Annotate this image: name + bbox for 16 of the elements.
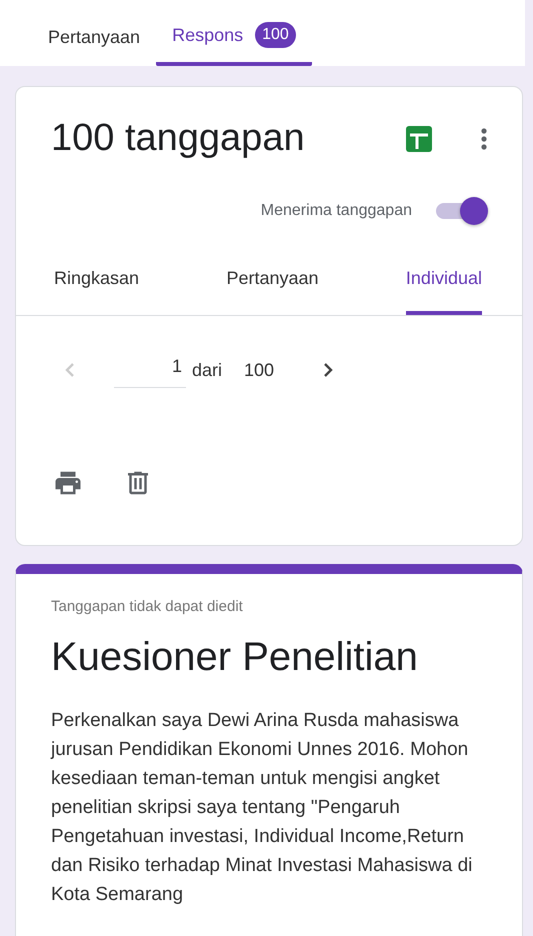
tab[interactable]: Individual <box>406 268 482 315</box>
total-count: 100 <box>244 360 274 380</box>
form-description: Perkenalkan saya Dewi Arina Rusda mahasiswa jurusan Pendidikan Ekonomi Unnes 2016. Mohon kesediaan teman-teman untuk mengisi angket penelitian skripsi saya tentang "Pengaruh Pengetahuan investasi, Individual Income,Return dan Risiko terhadap Minat Investasi Mahasiswa di Kota Semarang <box>51 709 474 907</box>
tab[interactable]: Ringkasan <box>54 268 140 315</box>
notice-text: Tanggapan tidak dapat diedit <box>51 598 244 615</box>
spreadsheet-icon[interactable] <box>406 126 432 152</box>
tab[interactable]: Pertanyaan <box>226 268 319 315</box>
response-count-title: 100 tanggapan <box>51 117 306 160</box>
of-label: dari <box>192 360 222 380</box>
tab[interactable]: Pertanyaan <box>32 27 156 66</box>
page-number-field[interactable]: 1 <box>114 352 186 388</box>
toggle-switch[interactable] <box>434 196 490 226</box>
count-badge: 100 <box>255 22 296 48</box>
form-title: Kuesioner Penelitian <box>51 635 419 680</box>
tab[interactable]: Respons 100 <box>156 22 312 66</box>
accepting-responses-label: Menerima tanggapan <box>260 202 412 220</box>
